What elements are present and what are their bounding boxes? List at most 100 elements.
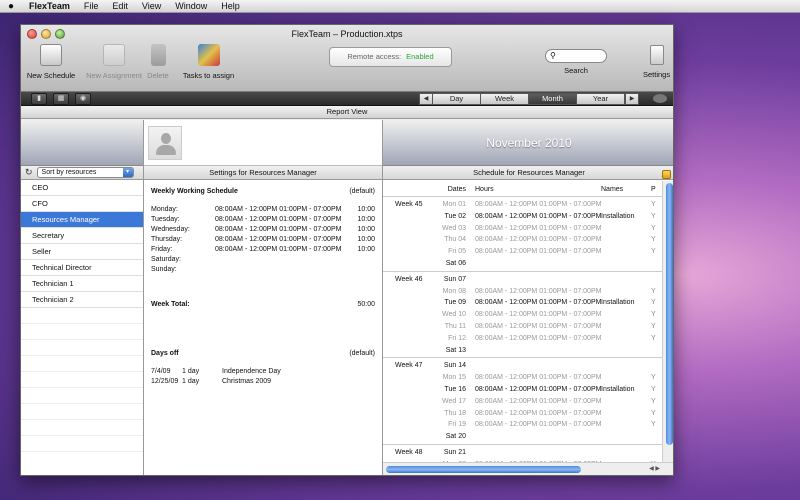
day-p: Y: [651, 212, 656, 220]
search-input[interactable]: [561, 50, 605, 62]
view-year-tab[interactable]: Year: [577, 93, 625, 105]
resource-item[interactable]: CFO: [21, 196, 143, 212]
view-day-tab[interactable]: Day: [433, 93, 481, 105]
grid-view-icon[interactable]: ▦: [53, 93, 69, 105]
vertical-scroll-thumb[interactable]: [666, 183, 673, 445]
day-off-name: Christmas 2009: [222, 378, 272, 385]
new-assignment-button[interactable]: New Assignment: [85, 44, 143, 80]
resource-item[interactable]: Technician 1: [21, 276, 143, 292]
schedule-day-row[interactable]: Sat 13: [383, 345, 662, 357]
schedule-day-row[interactable]: Fri 12 08:00AM - 12:00PM 01:00PM - 07:00P…: [383, 333, 662, 345]
menu-view[interactable]: View: [135, 1, 168, 11]
schedule-day-row[interactable]: Week 45 Mon 01 08:00AM - 12:00PM 01:00PM -…: [383, 199, 662, 211]
day-hours: 08:00AM - 12:00PM 01:00PM - 07:00PM: [475, 334, 602, 342]
day-p: Y: [651, 397, 656, 405]
next-period-button[interactable]: ▶: [625, 93, 639, 105]
window-title: FlexTeam – Production.xtps: [291, 29, 403, 39]
schedule-total: 10:00: [357, 246, 375, 253]
day-off-date: 12/25/09: [151, 378, 179, 385]
resource-item[interactable]: Secretary: [21, 228, 143, 244]
day-hours: 08:00AM - 12:00PM 01:00PM - 07:00PM: [475, 299, 602, 307]
schedule-row: Thursday: 08:00AM - 12:00PM 01:00PM - 07:…: [151, 235, 375, 245]
schedule-day-row[interactable]: Fri 05 08:00AM - 12:00PM 01:00PM - 07:00P…: [383, 246, 662, 258]
schedule-table: Dates Hours Names P Week 45 Mon 01 08:00AM…: [383, 181, 662, 462]
resource-item-selected[interactable]: Resources Manager: [21, 212, 143, 228]
view-month-tab[interactable]: Month: [529, 93, 577, 105]
view-week-tab[interactable]: Week: [481, 93, 529, 105]
day-date: Wed 03: [442, 224, 466, 232]
settings-button[interactable]: Settings: [643, 45, 670, 79]
week-block: Week 46 Sun 07 Mon 08 08:00AM - 12:00PM 01:…: [383, 272, 662, 359]
resource-item[interactable]: Seller: [21, 244, 143, 260]
day-off-row[interactable]: 7/4/09 1 day Independence Day: [151, 367, 375, 377]
scroll-arrows-icon[interactable]: ◀ ▶: [649, 465, 660, 472]
menu-app[interactable]: FlexTeam: [22, 1, 77, 11]
new-schedule-button[interactable]: New Schedule: [25, 44, 77, 80]
column-dates[interactable]: Dates: [433, 183, 471, 196]
report-view-icon[interactable]: ◉: [75, 93, 91, 105]
schedule-day-row[interactable]: Thu 18 08:00AM - 12:00PM 01:00PM - 07:00P…: [383, 408, 662, 420]
schedule-day-row[interactable]: Tue 16 08:00AM - 12:00PM 01:00PM - 07:00P…: [383, 384, 662, 396]
schedule-day-row[interactable]: Mon 08 08:00AM - 12:00PM 01:00PM - 07:00P…: [383, 286, 662, 298]
schedule-day-row[interactable]: Thu 11 08:00AM - 12:00PM 01:00PM - 07:00P…: [383, 321, 662, 333]
resource-item[interactable]: CEO: [21, 180, 143, 196]
schedule-day-row[interactable]: Mon 15 08:00AM - 12:00PM 01:00PM - 07:00P…: [383, 372, 662, 384]
week-total-label: Week Total:: [151, 301, 190, 308]
avatar[interactable]: [148, 126, 182, 160]
resource-item[interactable]: Technician 2: [21, 292, 143, 308]
menu-window[interactable]: Window: [168, 1, 214, 11]
week-block: Week 47 Sun 14 Mon 15 08:00AM - 12:00PM 01:…: [383, 358, 662, 445]
column-names[interactable]: Names: [601, 183, 651, 196]
sidebar-toggle-icon[interactable]: ▮: [31, 93, 47, 105]
previous-period-button[interactable]: ◀: [419, 93, 433, 105]
schedule-day-row[interactable]: Week 48 Sun 21: [383, 447, 662, 459]
day-name: [601, 408, 651, 420]
tasks-to-assign-button[interactable]: Tasks to assign: [181, 44, 236, 80]
column-hours[interactable]: Hours: [471, 183, 601, 196]
schedule-day-row[interactable]: Tue 09 08:00AM - 12:00PM 01:00PM - 07:00P…: [383, 297, 662, 309]
week-label: Week 48: [395, 448, 423, 456]
delete-button[interactable]: Delete: [143, 44, 173, 80]
schedule-day-row[interactable]: Sat 06: [383, 258, 662, 270]
search-field[interactable]: ⚲: [545, 49, 607, 63]
eye-icon[interactable]: [653, 94, 667, 103]
apple-menu-icon[interactable]: ●: [0, 1, 22, 12]
schedule-day-row[interactable]: Tue 02 08:00AM - 12:00PM 01:00PM - 07:00P…: [383, 211, 662, 223]
day-hours: 08:00AM - 12:00PM 01:00PM - 07:00PM: [475, 421, 602, 429]
weekly-schedule-title: Weekly Working Schedule: [151, 188, 238, 195]
schedule-day-row[interactable]: Week 46 Sun 07: [383, 274, 662, 286]
schedule-day-row[interactable]: Wed 03 08:00AM - 12:00PM 01:00PM - 07:00P…: [383, 223, 662, 235]
day-off-date: 7/4/09: [151, 368, 171, 375]
refresh-icon[interactable]: ↻: [25, 167, 33, 178]
horizontal-scrollbar[interactable]: ◀ ▶: [383, 462, 673, 475]
schedule-total: 10:00: [357, 206, 375, 213]
empty-rows: [21, 308, 143, 452]
schedule-day: Saturday:: [151, 256, 181, 263]
vertical-scrollbar[interactable]: [662, 181, 673, 462]
column-p[interactable]: P: [651, 183, 661, 196]
sort-select[interactable]: Sort by resources ▾: [36, 167, 134, 178]
horizontal-scroll-thumb[interactable]: [386, 466, 581, 473]
week-block: Week 48Sun 21Mon 2208:00AM - 12:00PM 01:…: [383, 445, 662, 462]
menu-help[interactable]: Help: [214, 1, 247, 11]
remote-access-label: Remote access:: [347, 52, 402, 61]
schedule-day-row[interactable]: Sat 20: [383, 431, 662, 443]
menu-edit[interactable]: Edit: [105, 1, 135, 11]
schedule-day-row[interactable]: Week 47 Sun 14: [383, 360, 662, 372]
calendar-icon: [40, 44, 62, 66]
delete-label: Delete: [147, 71, 169, 80]
resource-item[interactable]: Technical Director: [21, 260, 143, 276]
day-p: [651, 431, 661, 443]
search-icon: ⚲: [550, 51, 556, 60]
schedule-day-row[interactable]: Thu 04 08:00AM - 12:00PM 01:00PM - 07:00P…: [383, 234, 662, 246]
note-icon[interactable]: [662, 170, 671, 179]
remote-access-status[interactable]: Remote access: Enabled: [329, 47, 452, 67]
schedule-day-row[interactable]: Wed 17 08:00AM - 12:00PM 01:00PM - 07:00P…: [383, 396, 662, 408]
weekly-schedule-table: Monday: 08:00AM - 12:00PM 01:00PM - 07:00…: [151, 205, 375, 275]
schedule-day-row[interactable]: Fri 19 08:00AM - 12:00PM 01:00PM - 07:00P…: [383, 419, 662, 431]
day-name: [601, 309, 651, 321]
schedule-day-row[interactable]: Wed 10 08:00AM - 12:00PM 01:00PM - 07:00P…: [383, 309, 662, 321]
day-off-row[interactable]: 12/25/09 1 day Christmas 2009: [151, 377, 375, 387]
menu-file[interactable]: File: [77, 1, 106, 11]
day-off-length: 1 day: [182, 378, 200, 385]
